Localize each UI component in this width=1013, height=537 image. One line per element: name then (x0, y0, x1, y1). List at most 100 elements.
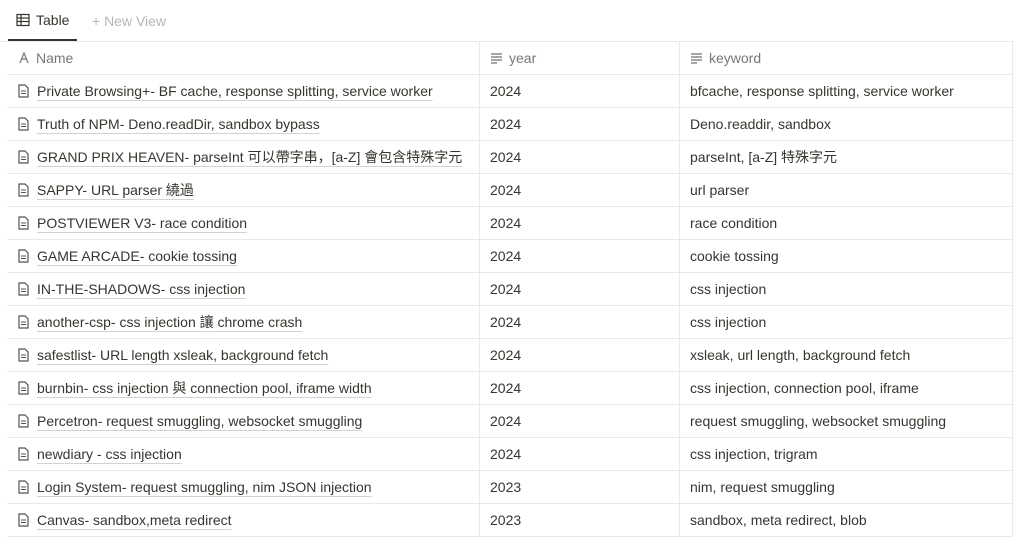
tab-table[interactable]: Table (8, 0, 78, 41)
cell-name[interactable]: GAME ARCADE- cookie tossing (7, 239, 480, 273)
cell-year[interactable]: 2024 (480, 239, 680, 273)
table-row[interactable]: GAME ARCADE- cookie tossing 2024 cookie to… (7, 239, 1013, 273)
row-title[interactable]: SAPPY- URL parser 繞過 (37, 180, 194, 200)
cell-year[interactable]: 2023 (480, 470, 680, 504)
row-keyword: css injection, trigram (690, 446, 818, 462)
cell-year[interactable]: 2023 (480, 503, 680, 537)
row-keyword: race condition (690, 215, 778, 231)
cell-year[interactable]: 2024 (480, 437, 680, 471)
cell-keyword[interactable]: css injection (680, 305, 1013, 339)
page-icon (18, 150, 29, 164)
cell-name[interactable]: burnbin- css injection 與 connection pool… (7, 371, 480, 405)
table-row[interactable]: Login System- request smuggling, nim JSO… (7, 470, 1013, 504)
cell-year[interactable]: 2024 (480, 404, 680, 438)
column-header-keyword[interactable]: keyword (680, 41, 1013, 75)
cell-name[interactable]: Truth of NPM- Deno.readDir, sandbox bypa… (7, 107, 480, 141)
cell-keyword[interactable]: parseInt, [a-Z] 特殊字元 (680, 140, 1013, 174)
cell-name[interactable]: Login System- request smuggling, nim JSO… (7, 470, 480, 504)
cell-name[interactable]: another-csp- css injection 讓 chrome cras… (7, 305, 480, 339)
table-row[interactable]: another-csp- css injection 讓 chrome cras… (7, 305, 1013, 339)
new-view-label: + New View (92, 13, 167, 29)
row-title[interactable]: burnbin- css injection 與 connection pool… (37, 378, 372, 398)
row-keyword: Deno.readdir, sandbox (690, 116, 831, 132)
row-title[interactable]: POSTVIEWER V3- race condition (37, 215, 247, 231)
cell-name[interactable]: Private Browsing+- BF cache, response sp… (7, 74, 480, 108)
column-header-year[interactable]: year (480, 41, 680, 75)
cell-keyword[interactable]: Deno.readdir, sandbox (680, 107, 1013, 141)
row-year: 2023 (490, 512, 522, 528)
cell-year[interactable]: 2024 (480, 305, 680, 339)
cell-year[interactable]: 2024 (480, 206, 680, 240)
row-year: 2024 (490, 446, 522, 462)
cell-keyword[interactable]: css injection, connection pool, iframe (680, 371, 1013, 405)
page-icon (18, 117, 29, 131)
table-row[interactable]: Private Browsing+- BF cache, response sp… (7, 74, 1013, 108)
cell-name[interactable]: GRAND PRIX HEAVEN- parseInt 可以帶字串，[a-Z] … (7, 140, 480, 174)
page-icon (18, 513, 29, 527)
cell-name[interactable]: newdiary - css injection (7, 437, 480, 471)
cell-keyword[interactable]: url parser (680, 173, 1013, 207)
cell-name[interactable]: SAPPY- URL parser 繞過 (7, 173, 480, 207)
row-year: 2024 (490, 116, 522, 132)
row-title[interactable]: GRAND PRIX HEAVEN- parseInt 可以帶字串，[a-Z] … (37, 147, 462, 167)
table-row[interactable]: Canvas- sandbox,meta redirect 2023 sandbox… (7, 503, 1013, 537)
row-title[interactable]: another-csp- css injection 讓 chrome cras… (37, 312, 302, 332)
row-keyword: css injection (690, 314, 767, 330)
row-keyword: nim, request smuggling (690, 479, 835, 495)
row-title[interactable]: Truth of NPM- Deno.readDir, sandbox bypa… (37, 116, 320, 132)
row-year: 2024 (490, 215, 522, 231)
cell-name[interactable]: POSTVIEWER V3- race condition (7, 206, 480, 240)
table-row[interactable]: SAPPY- URL parser 繞過 2024 url parser (7, 173, 1013, 207)
cell-keyword[interactable]: cookie tossing (680, 239, 1013, 273)
row-keyword: sandbox, meta redirect, blob (690, 512, 867, 528)
row-title[interactable]: Canvas- sandbox,meta redirect (37, 512, 232, 528)
page-icon (18, 183, 29, 197)
cell-name[interactable]: Percetron- request smuggling, websocket … (7, 404, 480, 438)
cell-name[interactable]: Canvas- sandbox,meta redirect (7, 503, 480, 537)
table-row[interactable]: Percetron- request smuggling, websocket … (7, 404, 1013, 438)
cell-keyword[interactable]: sandbox, meta redirect, blob (680, 503, 1013, 537)
table-row[interactable]: burnbin- css injection 與 connection pool… (7, 371, 1013, 405)
table-row[interactable]: newdiary - css injection 2024 css injectio… (7, 437, 1013, 471)
cell-keyword[interactable]: nim, request smuggling (680, 470, 1013, 504)
cell-keyword[interactable]: css injection, trigram (680, 437, 1013, 471)
page-icon (18, 315, 29, 329)
new-view-button[interactable]: + New View (92, 0, 166, 42)
table-row[interactable]: IN-THE-SHADOWS- css injection 2024 css inj… (7, 272, 1013, 306)
column-header-name[interactable]: Name (7, 41, 480, 75)
row-title[interactable]: Percetron- request smuggling, websocket … (37, 413, 362, 429)
cell-name[interactable]: safestlist- URL length xsleak, backgroun… (7, 338, 480, 372)
cell-year[interactable]: 2024 (480, 140, 680, 174)
table-row[interactable]: safestlist- URL length xsleak, backgroun… (7, 338, 1013, 372)
cell-year[interactable]: 2024 (480, 107, 680, 141)
cell-keyword[interactable]: bfcache, response splitting, service wor… (680, 74, 1013, 108)
row-keyword: request smuggling, websocket smuggling (690, 413, 947, 429)
cell-year[interactable]: 2024 (480, 338, 680, 372)
cell-year[interactable]: 2024 (480, 74, 680, 108)
row-title[interactable]: IN-THE-SHADOWS- css injection (37, 281, 245, 297)
row-year: 2024 (490, 248, 522, 264)
row-title[interactable]: safestlist- URL length xsleak, backgroun… (37, 347, 328, 363)
table-row[interactable]: GRAND PRIX HEAVEN- parseInt 可以帶字串，[a-Z] … (7, 140, 1013, 174)
cell-year[interactable]: 2024 (480, 272, 680, 306)
text-lines-icon (491, 53, 502, 64)
database-table: Name year keyword Private Browsing+- BF … (7, 41, 1013, 537)
cell-keyword[interactable]: request smuggling, websocket smuggling (680, 404, 1013, 438)
page-icon (18, 381, 29, 395)
row-title[interactable]: newdiary - css injection (37, 446, 182, 462)
cell-keyword[interactable]: race condition (680, 206, 1013, 240)
table-row[interactable]: Truth of NPM- Deno.readDir, sandbox bypa… (7, 107, 1013, 141)
row-keyword: url parser (690, 182, 750, 198)
row-title[interactable]: GAME ARCADE- cookie tossing (37, 248, 237, 264)
cell-year[interactable]: 2024 (480, 371, 680, 405)
cell-name[interactable]: IN-THE-SHADOWS- css injection (7, 272, 480, 306)
row-title[interactable]: Private Browsing+- BF cache, response sp… (37, 83, 433, 99)
table-row[interactable]: POSTVIEWER V3- race condition 2024 race co… (7, 206, 1013, 240)
row-title[interactable]: Login System- request smuggling, nim JSO… (37, 479, 372, 495)
row-keyword: css injection (690, 281, 767, 297)
cell-keyword[interactable]: css injection (680, 272, 1013, 306)
cell-keyword[interactable]: xsleak, url length, background fetch (680, 338, 1013, 372)
cell-year[interactable]: 2024 (480, 173, 680, 207)
column-header-name-label: Name (36, 50, 74, 66)
row-year: 2024 (490, 413, 522, 429)
